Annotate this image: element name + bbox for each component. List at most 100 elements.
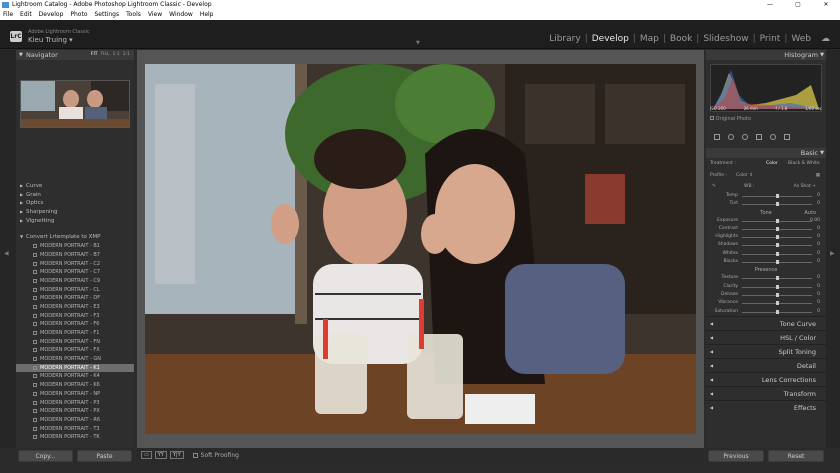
preset-item[interactable]: MODERN PORTRAIT - F3 xyxy=(16,312,134,321)
preset-folder-expanded[interactable]: ▼ Convert Lrtemplate to XMP xyxy=(16,233,134,242)
preset-group[interactable]: ▶ Optics xyxy=(16,199,134,208)
loupe-view-button[interactable]: ▭ xyxy=(141,451,152,459)
preset-item[interactable]: MODERN PORTRAIT - C2 xyxy=(16,260,134,269)
preset-group[interactable]: ▶ Sharpening xyxy=(16,208,134,217)
preset-item[interactable]: MODERN PORTRAIT - GN xyxy=(16,355,134,364)
module-book[interactable]: Book xyxy=(666,34,696,44)
collapse-left-arrow-icon[interactable]: ◀ xyxy=(4,250,9,257)
slider-value[interactable]: 0 xyxy=(817,291,820,299)
module-develop[interactable]: Develop xyxy=(588,34,633,44)
slider-value[interactable]: 0 xyxy=(817,250,820,258)
slider-value[interactable]: 0 xyxy=(817,192,820,200)
navigator-header[interactable]: ▼ Navigator FIT FILL 1:1 3:1 xyxy=(16,50,134,60)
adjustment-brush-icon[interactable] xyxy=(784,134,790,140)
menu-help[interactable]: Help xyxy=(200,10,214,20)
maximize-button[interactable]: ▢ xyxy=(784,0,812,10)
histogram-graph[interactable] xyxy=(710,64,822,112)
slider-value[interactable]: 0 xyxy=(817,274,820,282)
preset-item[interactable]: MODERN PORTRAIT - CL xyxy=(16,286,134,295)
preset-item[interactable]: MODERN PORTRAIT - TK xyxy=(16,433,134,442)
previous-button[interactable]: Previous xyxy=(708,450,764,462)
zoom-1-1[interactable]: 1:1 xyxy=(113,50,120,60)
wb-select[interactable]: As Shot ÷ xyxy=(794,182,816,192)
preset-item[interactable]: MODERN PORTRAIT - R6 xyxy=(16,416,134,425)
preset-item[interactable]: MODERN PORTRAIT - C9 xyxy=(16,277,134,286)
main-photo[interactable] xyxy=(145,64,696,434)
collapse-top-arrow-icon[interactable]: ▼ xyxy=(416,40,424,46)
slider-knob[interactable] xyxy=(775,243,779,248)
preset-item[interactable]: MODERN PORTRAIT - K6 xyxy=(16,381,134,390)
module-print[interactable]: Print xyxy=(756,34,785,44)
slider-knob[interactable] xyxy=(775,276,779,281)
slider-knob[interactable] xyxy=(775,251,779,256)
menu-file[interactable]: File xyxy=(3,10,13,20)
red-eye-icon[interactable] xyxy=(742,134,748,140)
slider-knob[interactable] xyxy=(775,202,779,207)
treatment-bw[interactable]: Black & White xyxy=(788,158,820,170)
slider-value[interactable]: 0 xyxy=(817,200,820,208)
profile-browser-icon[interactable]: ▦ xyxy=(816,170,820,182)
menu-view[interactable]: View xyxy=(148,10,162,20)
slider-knob[interactable] xyxy=(775,292,779,297)
zoom-fit[interactable]: FIT xyxy=(91,50,98,60)
slider-knob[interactable] xyxy=(775,235,779,240)
slider-value[interactable]: 0 xyxy=(817,258,820,266)
collapsed-panel-header[interactable]: ◀ Lens Corrections xyxy=(706,371,826,386)
collapse-right-arrow-icon[interactable]: ▶ xyxy=(830,250,835,257)
paste-button[interactable]: Paste xyxy=(77,450,132,462)
close-button[interactable]: ✕ xyxy=(812,0,840,10)
zoom-fill[interactable]: FILL xyxy=(101,50,110,60)
preset-item[interactable]: MODERN PORTRAIT - F6 xyxy=(16,320,134,329)
module-web[interactable]: Web xyxy=(787,34,815,44)
before-after-split-button[interactable]: Y|Y xyxy=(169,451,184,459)
slider-value[interactable]: 0 xyxy=(817,283,820,291)
slider-value[interactable]: 0 xyxy=(817,241,820,249)
cloud-icon[interactable]: ☁ xyxy=(815,34,834,44)
module-slideshow[interactable]: Slideshow xyxy=(699,34,752,44)
module-library[interactable]: Library xyxy=(545,34,584,44)
preset-item[interactable]: MODERN PORTRAIT - T3 xyxy=(16,425,134,434)
preset-item[interactable]: MODERN PORTRAIT - DF xyxy=(16,294,134,303)
collapsed-panel-header[interactable]: ◀ Effects xyxy=(706,399,826,414)
reset-button[interactable]: Reset xyxy=(768,450,824,462)
slider-knob[interactable] xyxy=(775,301,779,306)
collapsed-panel-header[interactable]: ◀ HSL / Color xyxy=(706,329,826,344)
menu-edit[interactable]: Edit xyxy=(20,10,32,20)
slider-knob[interactable] xyxy=(775,284,779,289)
menu-photo[interactable]: Photo xyxy=(70,10,87,20)
preset-item[interactable]: MODERN PORTRAIT - FX xyxy=(16,346,134,355)
menu-tools[interactable]: Tools xyxy=(126,10,141,20)
slider-knob[interactable] xyxy=(775,194,779,198)
preset-group[interactable]: ▶ Grain xyxy=(16,191,134,200)
soft-proofing-checkbox[interactable] xyxy=(192,452,198,458)
treatment-color[interactable]: Color xyxy=(766,158,778,170)
preset-item[interactable]: MODERN PORTRAIT - K1 xyxy=(16,363,134,373)
zoom-3-1[interactable]: 3:1 xyxy=(123,50,130,60)
module-map[interactable]: Map xyxy=(636,34,663,44)
histogram-header[interactable]: Histogram ▼ xyxy=(706,50,826,60)
radial-filter-icon[interactable] xyxy=(770,134,776,140)
crop-tool-icon[interactable] xyxy=(714,134,720,140)
slider-knob[interactable] xyxy=(775,309,779,314)
preset-item[interactable]: MODERN PORTRAIT - E3 xyxy=(16,303,134,312)
preset-item[interactable]: MODERN PORTRAIT - P3 xyxy=(16,399,134,408)
minimize-button[interactable]: — xyxy=(756,0,784,10)
basic-header[interactable]: Basic ▼ xyxy=(706,148,826,158)
preset-item[interactable]: MODERN PORTRAIT - K4 xyxy=(16,372,134,381)
preset-group[interactable]: ▶ Vignetting xyxy=(16,217,134,226)
collapsed-panel-header[interactable]: ◀ Detail xyxy=(706,357,826,372)
user-name[interactable]: Kieu Truing ▾ xyxy=(28,36,73,44)
slider-knob[interactable] xyxy=(775,260,779,265)
preset-item[interactable]: MODERN PORTRAIT - B7 xyxy=(16,251,134,260)
preset-item[interactable]: MODERN PORTRAIT - F1 xyxy=(16,329,134,338)
slider-value[interactable]: 0.00 xyxy=(810,217,820,225)
slider-value[interactable]: 0 xyxy=(817,299,820,307)
preset-item[interactable]: MODERN PORTRAIT - B1 xyxy=(16,242,134,251)
spot-removal-icon[interactable] xyxy=(728,134,734,140)
collapsed-panel-header[interactable]: ◀ Split Toning xyxy=(706,343,826,358)
original-photo-checkbox[interactable]: Original Photo xyxy=(710,116,751,122)
collapsed-panel-header[interactable]: ◀ Transform xyxy=(706,385,826,400)
navigator-preview[interactable] xyxy=(20,80,130,128)
eyedropper-icon[interactable]: ✎ xyxy=(712,182,716,192)
preset-item[interactable]: MODERN PORTRAIT - NP xyxy=(16,390,134,399)
